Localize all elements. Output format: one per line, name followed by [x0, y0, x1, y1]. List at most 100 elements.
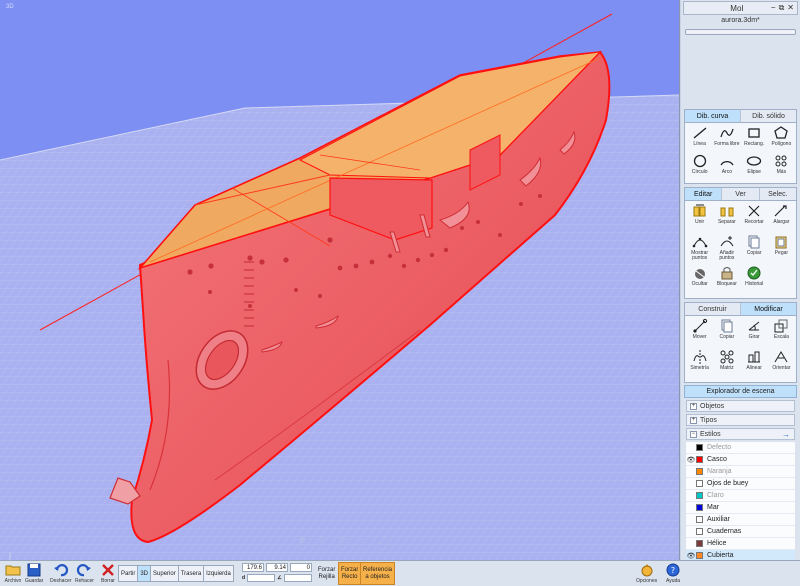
style-row[interactable]: Auxiliar: [686, 514, 795, 526]
coord-x[interactable]: 179.6: [242, 563, 264, 572]
view-3d-button[interactable]: 3D: [138, 566, 152, 581]
view-partir-button[interactable]: Partir: [119, 566, 139, 581]
color-swatch[interactable]: [696, 456, 703, 463]
tab-editar[interactable]: Editar: [685, 188, 723, 200]
color-swatch[interactable]: [696, 528, 703, 535]
reset-view-control[interactable]: ⌂ Reset: [354, 534, 370, 556]
nav-control-label: Max: [378, 546, 386, 551]
style-row[interactable]: Claro: [686, 490, 795, 502]
style-row[interactable]: Hélice: [686, 538, 795, 550]
arrow-right-icon[interactable]: →: [782, 430, 790, 439]
tool-anadir-puntos-button[interactable]: Añadir puntos: [713, 234, 740, 265]
tool-mover-button[interactable]: Mover: [686, 318, 713, 349]
tool-alargar-button[interactable]: Alargar: [768, 203, 795, 234]
snap-label: Rejilla: [318, 573, 335, 580]
tool-girar-button[interactable]: Girar: [741, 318, 768, 349]
style-row[interactable]: Defecto: [686, 442, 795, 454]
section-tipos[interactable]: + Tipos: [686, 414, 795, 426]
button-label: Deshacer: [50, 578, 72, 584]
tool-alinear-button[interactable]: Alinear: [741, 349, 768, 380]
minimize-icon[interactable]: −: [771, 3, 776, 13]
help-button[interactable]: ? Ayuda: [664, 562, 682, 584]
tool-elipse-button[interactable]: Elipse: [741, 153, 768, 181]
tool-mas-button[interactable]: Más: [768, 153, 795, 181]
borrar-button[interactable]: Borrar: [99, 562, 117, 584]
tool-recortar-button[interactable]: Recortar: [741, 203, 768, 234]
expand-icon[interactable]: +: [690, 402, 697, 410]
tool-poligono-button[interactable]: Polígono: [768, 125, 795, 153]
style-row[interactable]: Mar: [686, 502, 795, 514]
tool-ocultar-button[interactable]: Ocultar: [686, 265, 713, 296]
tool-circulo-button[interactable]: Círculo: [686, 153, 713, 181]
eye-icon[interactable]: 👁: [686, 552, 696, 560]
tab-dib-solido[interactable]: Dib. sólido: [741, 110, 796, 122]
snap-referencia-a-objetos-button[interactable]: Referencia a objetos: [360, 562, 396, 585]
zoom-control[interactable]: ⚲ Zoom: [314, 534, 330, 556]
tool-label: Mover: [692, 334, 707, 340]
svg-text:?: ?: [671, 566, 675, 575]
tool-mostrar-puntos-button[interactable]: Mostrar puntos: [686, 234, 713, 265]
tab-ver[interactable]: Ver: [722, 188, 760, 200]
tool-simetria-button[interactable]: Simetría: [686, 349, 713, 380]
section-estilos[interactable]: − Estilos →: [686, 428, 795, 440]
distance-field[interactable]: [247, 574, 276, 582]
tool-separar-button[interactable]: Separar: [713, 203, 740, 234]
restore-icon[interactable]: ⧉: [779, 3, 785, 13]
view-trasera-button[interactable]: Trasera: [178, 566, 205, 581]
rehacer-button[interactable]: Rehacer: [75, 562, 94, 584]
snap-forzar-rejilla-button[interactable]: Forzar Rejilla: [316, 562, 337, 585]
deshacer-button[interactable]: Deshacer: [50, 562, 71, 584]
rotate-control[interactable]: ⟳ Rot: [334, 534, 350, 556]
style-row[interactable]: 👁 Casco: [686, 454, 795, 466]
separar-icon: [719, 203, 735, 219]
tool-forma-libre-button[interactable]: Forma libre: [713, 125, 740, 153]
pan-control[interactable]: ✥ Pan: [294, 534, 310, 556]
color-swatch[interactable]: [696, 480, 703, 487]
color-swatch[interactable]: [696, 540, 703, 547]
view-izquierda-button[interactable]: Izquierda: [204, 566, 233, 581]
tool-bloquear-button[interactable]: Bloquear: [713, 265, 740, 296]
tool-historial-button[interactable]: Historial: [741, 265, 768, 296]
coord-y[interactable]: 9.14: [266, 563, 288, 572]
scene-browser-header[interactable]: Explorador de escena: [684, 385, 797, 398]
angle-field[interactable]: [283, 574, 312, 582]
tool-copiar-button[interactable]: Copiar: [741, 234, 768, 265]
tab-modificar[interactable]: Modificar: [741, 303, 796, 315]
tool-copiar-button[interactable]: Copiar: [713, 318, 740, 349]
view-buttons: Partir 3D Superior Trasera Izquierda: [118, 565, 234, 582]
options-button[interactable]: Opciones: [636, 562, 657, 584]
style-row[interactable]: Cuadernas: [686, 526, 795, 538]
archivo-button[interactable]: Archivo: [4, 562, 22, 584]
eye-icon[interactable]: 👁: [686, 456, 696, 464]
section-objetos[interactable]: + Objetos: [686, 400, 795, 412]
tab-dib-curva[interactable]: Dib. curva: [685, 110, 741, 122]
color-swatch[interactable]: [696, 468, 703, 475]
color-swatch[interactable]: [696, 552, 703, 559]
color-swatch[interactable]: [696, 504, 703, 511]
collapse-icon[interactable]: −: [690, 430, 697, 438]
expand-icon[interactable]: +: [690, 416, 697, 424]
color-swatch[interactable]: [696, 492, 703, 499]
tab-selec[interactable]: Selec.: [759, 188, 796, 200]
color-swatch[interactable]: [696, 444, 703, 451]
tool-rectang-button[interactable]: Rectang.: [741, 125, 768, 153]
maximize-control[interactable]: ⤢ Max: [374, 534, 390, 556]
3d-viewport[interactable]: 3D ✥ Pan ⚲ Zoom ⟳ Rot ⌂ Reset ⤢ Max: [0, 0, 680, 560]
tool-unir-button[interactable]: Unir: [686, 203, 713, 234]
close-icon[interactable]: ✕: [787, 3, 794, 13]
unir-icon: [692, 203, 708, 219]
tool-escala-button[interactable]: Escala: [768, 318, 795, 349]
guardar-button[interactable]: Guardar: [25, 562, 43, 584]
tab-construir[interactable]: Construir: [685, 303, 741, 315]
color-swatch[interactable]: [696, 516, 703, 523]
tool-arco-button[interactable]: Arco: [713, 153, 740, 181]
tool-linea-button[interactable]: Línea: [686, 125, 713, 153]
style-row[interactable]: Naranja: [686, 466, 795, 478]
tool-orientar-button[interactable]: Orientar: [768, 349, 795, 380]
tool-pegar-button[interactable]: Pegar: [768, 234, 795, 265]
style-row[interactable]: Ojos de buey: [686, 478, 795, 490]
tool-matriz-button[interactable]: Matriz: [713, 349, 740, 380]
snap-forzar-recto-button[interactable]: Forzar Recto: [338, 562, 362, 585]
coord-z[interactable]: 0: [290, 563, 312, 572]
view-superior-button[interactable]: Superior: [151, 566, 179, 581]
